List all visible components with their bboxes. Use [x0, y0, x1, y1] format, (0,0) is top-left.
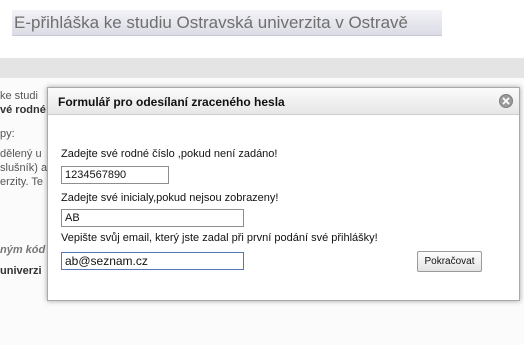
dialog-title: Formulář pro odesílaní zraceného hesla: [58, 95, 285, 109]
close-icon[interactable]: [499, 94, 513, 108]
bg-text-fragment: dělený u: [0, 148, 42, 160]
bg-text-fragment: vé rodné: [0, 104, 46, 116]
dialog-titlebar[interactable]: Formulář pro odesílaní zraceného hesla: [48, 88, 519, 115]
bg-text-fragment: univerzi: [0, 265, 42, 277]
email-label: Vepište svůj email, který jste zadal při…: [61, 232, 378, 244]
bg-text-fragment: ným kód: [0, 244, 46, 256]
page-header: E-přihláška ke studiu Ostravská univerzi…: [0, 0, 524, 40]
birth-number-input[interactable]: [61, 166, 169, 184]
password-dialog: Formulář pro odesílaní zraceného hesla Z…: [47, 87, 520, 301]
continue-button[interactable]: Pokračovat: [417, 251, 482, 272]
birth-number-label: Zadejte své rodné číslo ,pokud není zadá…: [61, 148, 278, 160]
bg-text-fragment: py:: [0, 128, 15, 140]
page-nav-bar: [0, 58, 524, 78]
initials-input[interactable]: [61, 209, 244, 227]
initials-label: Zadejte své inicialy,pokud nejsou zobraz…: [61, 192, 279, 204]
page-title: E-přihláška ke studiu Ostravská univerzi…: [12, 10, 442, 36]
bg-text-fragment: ke studi: [0, 90, 38, 102]
email-input[interactable]: [61, 252, 244, 270]
bg-text-fragment: slušník) a: [0, 162, 48, 174]
bg-text-fragment: erzity. Te: [0, 176, 43, 188]
